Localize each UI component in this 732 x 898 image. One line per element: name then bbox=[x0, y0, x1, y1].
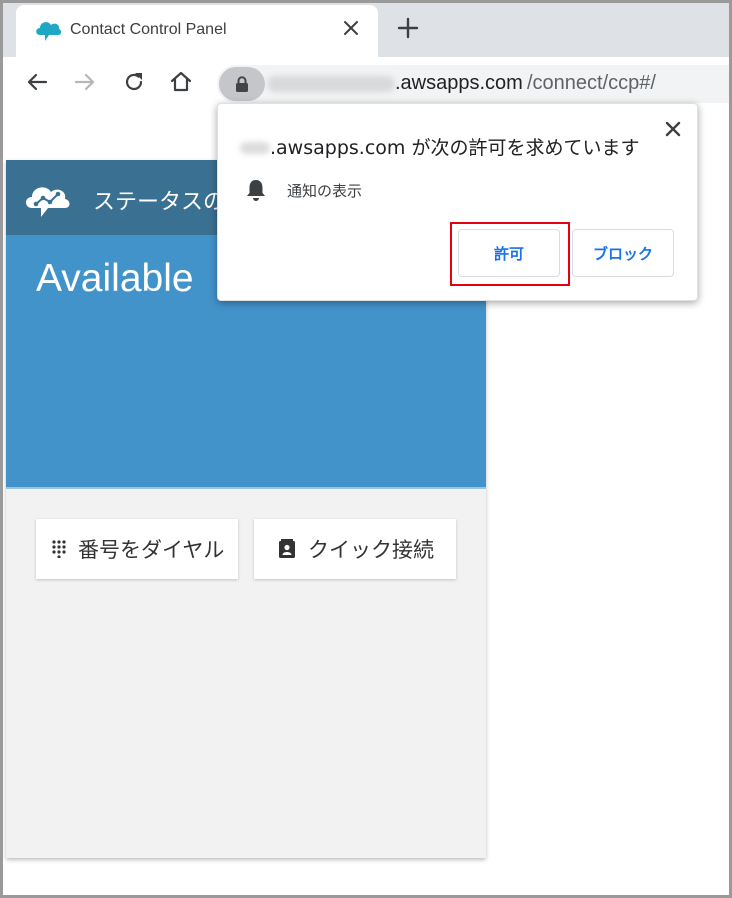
permission-dialog-title: .awsapps.com が次の許可を求めています bbox=[270, 137, 640, 159]
tab-strip: Contact Control Panel bbox=[3, 3, 729, 57]
site-info-chip[interactable] bbox=[219, 67, 265, 101]
forward-arrow-icon[interactable] bbox=[73, 70, 97, 94]
quick-connect-button[interactable]: クイック接続 bbox=[254, 519, 456, 579]
contact-book-icon bbox=[279, 539, 295, 558]
browser-toolbar: .awsapps.com /connect/ccp#/ bbox=[3, 57, 729, 107]
agent-status: Available bbox=[36, 257, 194, 300]
url-host: .awsapps.com bbox=[395, 72, 523, 94]
blurred-subdomain bbox=[240, 142, 270, 154]
status-menu-label[interactable]: ステータスの bbox=[93, 184, 225, 216]
aws-connect-cloud-icon bbox=[36, 22, 62, 41]
permission-type: 通知の表示 bbox=[287, 182, 363, 200]
aws-connect-cloud-icon bbox=[26, 187, 70, 217]
browser-window: Contact Control Panel .awsapps.com /conn… bbox=[0, 0, 732, 898]
address-bar[interactable]: .awsapps.com /connect/ccp#/ bbox=[217, 65, 729, 103]
block-button[interactable]: ブロック bbox=[572, 229, 674, 277]
lock-icon bbox=[236, 76, 248, 92]
browser-tab[interactable]: Contact Control Panel bbox=[16, 5, 378, 57]
home-icon[interactable] bbox=[169, 70, 193, 94]
highlight-annotation bbox=[450, 222, 570, 286]
dial-number-button[interactable]: 番号をダイヤル bbox=[36, 519, 238, 579]
quick-connect-label: クイック接続 bbox=[308, 538, 434, 562]
notification-permission-dialog: .awsapps.com が次の許可を求めています 通知の表示 許可 ブロック bbox=[217, 103, 698, 301]
back-arrow-icon[interactable] bbox=[25, 70, 49, 94]
tab-title: Contact Control Panel bbox=[70, 21, 227, 38]
close-icon[interactable] bbox=[664, 120, 682, 138]
blurred-subdomain bbox=[267, 76, 395, 92]
bell-icon bbox=[247, 180, 265, 201]
keypad-icon bbox=[52, 540, 66, 558]
dial-number-label: 番号をダイヤル bbox=[78, 538, 225, 562]
close-icon[interactable] bbox=[342, 19, 360, 37]
plus-icon[interactable] bbox=[397, 17, 419, 39]
reload-icon[interactable] bbox=[122, 70, 146, 94]
url-path: /connect/ccp#/ bbox=[527, 72, 656, 94]
